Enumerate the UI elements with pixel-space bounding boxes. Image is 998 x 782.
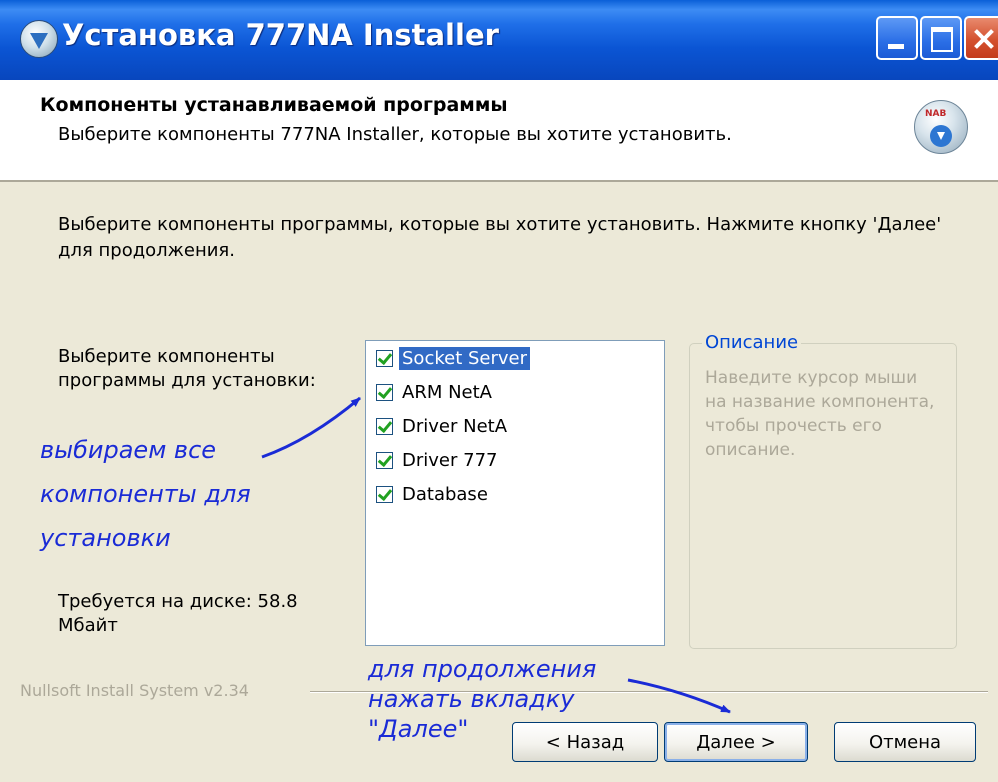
annotation-arrows — [261, 396, 731, 714]
arrow-to-components — [261, 396, 361, 459]
arrow-to-next-button — [627, 678, 731, 714]
